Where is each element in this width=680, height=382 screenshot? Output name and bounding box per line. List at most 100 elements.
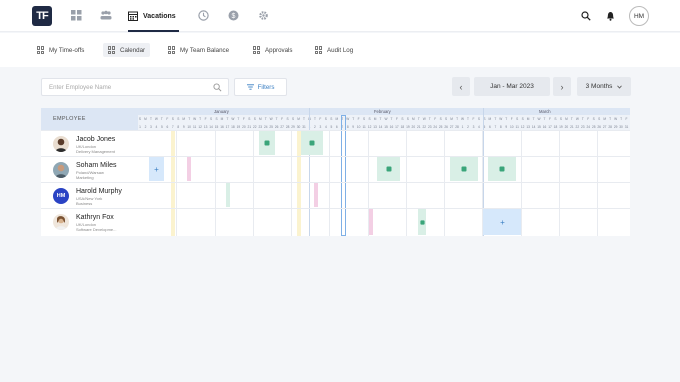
date-number: 30 [296, 124, 301, 129]
weekday-letter: T [570, 117, 573, 121]
date-number: 8 [346, 124, 349, 129]
notification-bell-icon[interactable] [604, 10, 616, 22]
employee-name: Jacob Jones [76, 136, 116, 143]
weekday-letter: T [352, 117, 355, 121]
date-number: 1 [139, 124, 141, 129]
weekday-letter: F [281, 117, 284, 121]
weekday-letter: W [269, 117, 273, 121]
plus-icon: + [154, 164, 159, 174]
tab-audit-log[interactable]: Audit Log [310, 43, 358, 57]
date-number: 12 [520, 124, 525, 129]
date-number: 28 [608, 124, 612, 129]
calendar-icon [128, 11, 138, 21]
weekday-letter: F [472, 117, 475, 121]
date-number: 6 [166, 124, 169, 129]
date-number: 15 [537, 124, 541, 129]
sick-leave-block[interactable] [314, 183, 318, 207]
nav-vacations-label: Vacations [143, 12, 176, 20]
date-number: 28 [455, 124, 459, 129]
weekday-letter: S [521, 117, 524, 121]
weekday-letter: T [188, 117, 191, 121]
weekday-letter: S [248, 117, 251, 121]
date-number: 5 [160, 124, 163, 129]
dollar-icon[interactable]: $ [227, 9, 239, 21]
date-number: 24 [263, 124, 268, 129]
tab-approvals[interactable]: Approvals [248, 43, 298, 57]
vacation-block[interactable] [301, 131, 323, 155]
employee-search-input[interactable]: Enter Employee Name [41, 78, 229, 96]
sick-leave-block[interactable] [368, 209, 373, 235]
weekday-letter: W [193, 117, 197, 121]
weekday-letter: T [505, 117, 508, 121]
weekday-letter: T [543, 117, 546, 121]
weekday-letter: M [297, 117, 300, 121]
weekday-letter: M [373, 117, 377, 121]
weekday-letter: M [526, 117, 530, 121]
employee-row[interactable]: Kathryn Fox UK/London Software Developme… [41, 209, 138, 235]
view-range-select[interactable]: 3 Months [577, 77, 631, 96]
tab-my-time-offs[interactable]: My Time-offs [32, 43, 89, 57]
weekday-letter: T [456, 117, 459, 121]
date-number: 22 [575, 124, 580, 129]
time-off-request-block[interactable]: + [149, 157, 164, 181]
vacation-block[interactable] [226, 183, 230, 207]
weekday-letter: M [144, 117, 147, 121]
settings-gear-icon[interactable] [257, 9, 269, 21]
clock-icon[interactable] [197, 9, 209, 21]
holiday-column [171, 130, 175, 236]
filters-button[interactable]: Filters [234, 78, 287, 96]
tab-label: My Time-offs [49, 46, 85, 54]
search-icon[interactable] [580, 10, 592, 22]
date-number: 14 [209, 124, 213, 129]
date-number: 11 [515, 124, 519, 129]
weekday-letter: S [330, 117, 333, 121]
previous-period-button[interactable]: ‹ [452, 77, 470, 96]
weekday-letter: S [363, 117, 366, 121]
vacation-block[interactable] [259, 131, 275, 155]
dashboard-icon[interactable] [70, 9, 82, 21]
nav-vacations[interactable]: Vacations [128, 9, 176, 23]
time-off-request-block[interactable]: + [483, 209, 522, 235]
date-number: 1 [461, 124, 464, 129]
tab-calendar[interactable]: Calendar [103, 43, 151, 57]
vacation-block[interactable] [450, 157, 478, 181]
vacation-icon [461, 166, 467, 172]
search-placeholder: Enter Employee Name [49, 83, 112, 91]
vacation-block[interactable] [418, 209, 426, 235]
week-separator [405, 130, 407, 236]
team-icon[interactable] [100, 9, 112, 21]
date-number: 23 [258, 124, 263, 129]
weekday-letter: S [401, 117, 404, 121]
sick-leave-block[interactable] [187, 157, 191, 181]
date-number: 29 [613, 124, 618, 129]
app-logo[interactable]: TF [32, 6, 52, 26]
employee-row[interactable]: Soham Miles Poland/Warsaw Marketing [41, 157, 138, 183]
vacation-block[interactable] [377, 157, 400, 181]
date-number: 18 [400, 124, 405, 129]
month-label-january: January [214, 108, 229, 114]
user-avatar[interactable]: HM [629, 6, 649, 26]
date-number: 13 [373, 124, 377, 129]
weekday-letter: M [220, 117, 224, 121]
search-icon [213, 83, 222, 94]
date-number: 12 [367, 124, 372, 129]
date-number: 4 [478, 124, 480, 129]
weekday-letter: T [532, 117, 535, 121]
weekday-letter: F [204, 117, 207, 121]
week-separator [520, 130, 522, 236]
next-period-button[interactable]: › [553, 77, 571, 96]
vacation-icon [386, 166, 391, 172]
today-marker [341, 115, 346, 236]
week-separator [176, 130, 177, 236]
date-number: 25 [438, 124, 443, 129]
employee-row[interactable]: HM Harold Murphy USA/New York Business [41, 183, 138, 209]
week-separator [329, 130, 330, 236]
weekday-letter: M [488, 117, 492, 121]
date-range-display[interactable]: Jan - Mar 2023 [474, 77, 550, 96]
weekday-letter: T [237, 117, 240, 121]
date-header-row: 1 2 3 4 5 6 7 8 9 10 11 12 13 14 15 16 17 18 19 20 21 22 23 24 2… [138, 123, 630, 130]
tab-my-team-balance[interactable]: My Team Balance [163, 43, 234, 57]
vacation-block[interactable] [488, 157, 516, 181]
employee-row[interactable]: Jacob Jones UK/London Delivery Managemen… [41, 131, 138, 157]
employee-department: Delivery Management [76, 148, 115, 154]
